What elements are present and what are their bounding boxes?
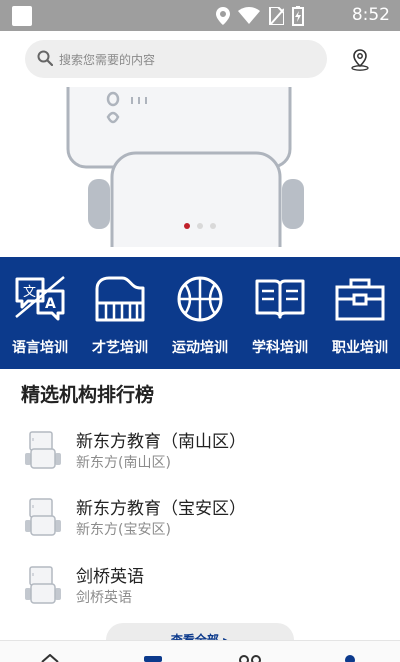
clock: 8:52 <box>351 5 390 25</box>
search-icon <box>37 50 53 66</box>
translate-icon: 文 A <box>15 276 65 321</box>
org-thumbnail <box>25 566 61 604</box>
banner-carousel[interactable] <box>0 87 400 247</box>
carousel-dot[interactable] <box>210 223 216 229</box>
category-label: 运动培训 <box>172 340 228 356</box>
notification-app-icon <box>12 6 32 26</box>
status-icons <box>216 6 304 26</box>
location-icon <box>216 7 230 25</box>
org-subtitle: 新东方(南山区) <box>76 455 171 471</box>
status-bar: 8:52 <box>0 0 400 31</box>
search-header: 搜索您需要的内容 <box>0 31 400 87</box>
piano-icon <box>95 276 145 322</box>
category-vocational[interactable]: 职业培训 <box>320 257 400 369</box>
category-bar: 文 A 语言培训 才艺培训 运动培训 学科培训 职业培训 <box>0 257 400 369</box>
svg-text:文: 文 <box>23 285 36 300</box>
bottom-tab-bar <box>0 640 400 662</box>
category-label: 语言培训 <box>12 340 68 356</box>
toolbox-icon <box>335 278 385 321</box>
category-subjects[interactable]: 学科培训 <box>240 257 320 369</box>
basketball-icon <box>177 276 223 322</box>
carousel-dot[interactable] <box>197 223 203 229</box>
org-name: 新东方教育（南山区） <box>76 432 246 452</box>
list-item[interactable]: 新东方教育（南山区） 新东方(南山区) <box>0 427 400 487</box>
org-thumbnail <box>25 498 61 536</box>
svg-text:A: A <box>45 296 56 312</box>
category-sports[interactable]: 运动培训 <box>160 257 240 369</box>
search-placeholder: 搜索您需要的内容 <box>59 53 156 67</box>
sim-icon <box>269 7 284 25</box>
category-label: 职业培训 <box>332 340 388 356</box>
carousel-dot-active[interactable] <box>184 223 190 229</box>
category-label: 学科培训 <box>252 340 308 356</box>
ranking-title: 精选机构排行榜 <box>21 384 155 406</box>
location-pin-icon[interactable] <box>350 49 370 71</box>
org-name: 新东方教育（宝安区） <box>76 499 246 519</box>
list-item[interactable]: 新东方教育（宝安区） 新东方(宝安区) <box>0 494 400 554</box>
org-subtitle: 新东方(宝安区) <box>76 522 171 538</box>
category-label: 才艺培训 <box>92 340 148 356</box>
list-item[interactable]: 剑桥英语 剑桥英语 <box>0 562 400 622</box>
wifi-icon <box>238 7 260 24</box>
battery-charging-icon <box>292 6 304 26</box>
search-input[interactable]: 搜索您需要的内容 <box>25 40 327 78</box>
category-arts[interactable]: 才艺培训 <box>80 257 160 369</box>
org-subtitle: 剑桥英语 <box>76 590 132 606</box>
org-thumbnail <box>25 431 61 469</box>
book-icon <box>255 279 305 319</box>
category-language[interactable]: 文 A 语言培训 <box>0 257 80 369</box>
org-name: 剑桥英语 <box>76 567 144 587</box>
carousel-dots <box>0 223 400 229</box>
